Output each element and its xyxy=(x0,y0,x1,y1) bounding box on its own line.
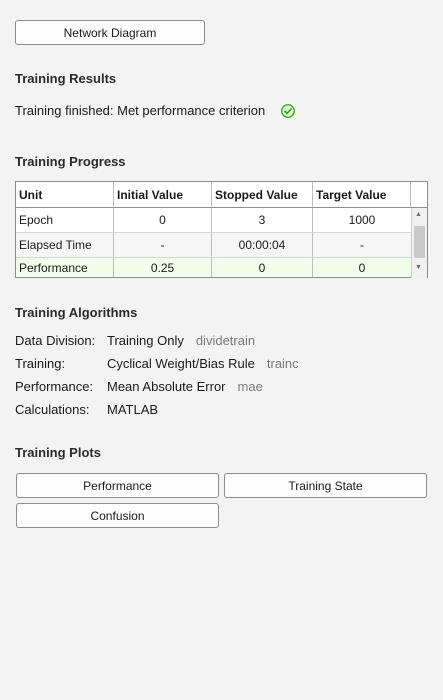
training-results-title: Training Results xyxy=(15,71,117,86)
column-header[interactable]: Unit xyxy=(16,182,114,208)
table-cell-unit: Elapsed Time xyxy=(16,233,114,257)
table-scrollbar[interactable]: ▲ ▼ xyxy=(411,208,427,278)
table-cell-initial: 0.25 xyxy=(114,258,212,277)
algo-label: Data Division: xyxy=(15,333,96,348)
algo-function: trainc xyxy=(266,356,299,371)
training-progress-table[interactable]: Unit Initial Value Stopped Value Target … xyxy=(15,181,428,278)
table-cell-target: 0 xyxy=(358,260,366,275)
algo-row-data-division: Data Division: Training Only dividetrain xyxy=(15,333,255,348)
scrollbar-thumb[interactable] xyxy=(414,226,425,258)
table-row[interactable]: Epoch 0 3 1000 xyxy=(16,208,411,233)
algo-function: dividetrain xyxy=(195,333,256,348)
scroll-up-arrow-icon[interactable]: ▲ xyxy=(415,211,422,218)
table-row[interactable]: Performance 0.25 0 0 xyxy=(16,258,411,277)
check-circle-icon xyxy=(281,103,296,118)
network-diagram-button[interactable]: Network Diagram xyxy=(15,20,205,45)
algo-row-calculations: Calculations: MATLAB xyxy=(15,402,158,417)
training-progress-title: Training Progress xyxy=(15,154,126,169)
table-cell-unit: Performance xyxy=(16,258,114,277)
table-cell-target: 1000 xyxy=(348,213,376,227)
column-header[interactable]: Target Value xyxy=(313,182,411,208)
algo-row-training: Training: Cyclical Weight/Bias Rule trai… xyxy=(15,356,299,371)
table-cell-target: - xyxy=(360,238,364,252)
table-header-row: Unit Initial Value Stopped Value Target … xyxy=(16,182,427,208)
table-cell-stopped: 00:00:04 xyxy=(212,233,313,257)
column-header[interactable]: Stopped Value xyxy=(212,182,313,208)
training-plots-title: Training Plots xyxy=(15,445,101,460)
algo-label: Performance: xyxy=(15,379,94,394)
algo-function: mae xyxy=(237,379,263,394)
table-row[interactable]: Elapsed Time - 00:00:04 - xyxy=(16,233,411,258)
table-cell-stopped: 0 xyxy=(212,258,313,277)
table-cell-stopped: 3 xyxy=(212,208,313,232)
algo-row-performance: Performance: Mean Absolute Error mae xyxy=(15,379,263,394)
algo-label: Calculations: xyxy=(15,402,90,417)
algo-value: Cyclical Weight/Bias Rule xyxy=(107,356,255,371)
table-cell-initial: 0 xyxy=(114,208,212,232)
table-cell-unit: Epoch xyxy=(16,208,114,232)
scroll-down-arrow-icon[interactable]: ▼ xyxy=(415,264,422,271)
algo-value: MATLAB xyxy=(107,402,159,417)
algo-value: Training Only xyxy=(107,333,184,348)
algo-value: Mean Absolute Error xyxy=(107,379,226,394)
algo-label: Training: xyxy=(15,356,66,371)
training-status-text: Training finished: Met performance crite… xyxy=(15,103,266,118)
training-algorithms-title: Training Algorithms xyxy=(15,305,138,320)
column-header[interactable]: Initial Value xyxy=(114,182,212,208)
performance-plot-button[interactable]: Performance xyxy=(16,473,219,498)
confusion-plot-button[interactable]: Confusion xyxy=(16,503,219,528)
column-header-filler xyxy=(411,182,427,208)
training-state-plot-button[interactable]: Training State xyxy=(224,473,427,498)
table-cell-initial: - xyxy=(114,233,212,257)
training-status: Training finished: Met performance crite… xyxy=(15,103,296,118)
